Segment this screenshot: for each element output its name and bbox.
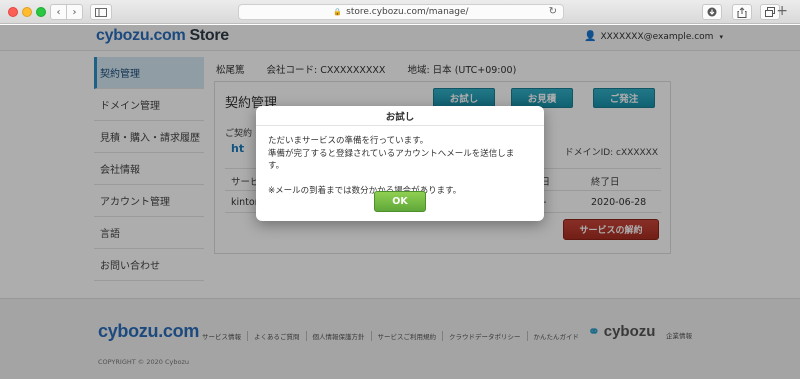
sidebar-icon	[95, 7, 107, 17]
download-icon	[707, 7, 717, 17]
browser-toolbar: ‹ › 🔒 store.cybozu.com/manage/ ↻ +	[0, 0, 800, 24]
ok-button-label: OK	[392, 196, 408, 207]
share-icon	[737, 6, 747, 18]
address-bar[interactable]: 🔒 store.cybozu.com/manage/ ↻	[238, 4, 564, 20]
share-button[interactable]	[732, 4, 752, 20]
lock-icon: 🔒	[333, 8, 343, 16]
ok-button[interactable]: OK	[374, 191, 426, 212]
new-tab-button[interactable]: +	[776, 3, 788, 19]
downloads-button[interactable]	[702, 4, 722, 20]
dialog-message-line: ただいまサービスの準備を行っています。	[268, 136, 429, 146]
dialog-title: お試し	[256, 106, 544, 126]
close-window-button[interactable]	[8, 7, 18, 17]
url-text: store.cybozu.com/manage/	[346, 7, 469, 17]
dialog-body: ただいまサービスの準備を行っています。 準備が完了すると登録されているアカウント…	[256, 126, 544, 198]
minimize-window-button[interactable]	[22, 7, 32, 17]
sidebar-toggle-button[interactable]	[90, 4, 112, 20]
chevron-left-icon: ‹	[56, 6, 61, 18]
reload-icon[interactable]: ↻	[549, 6, 557, 17]
trial-dialog: お試し ただいまサービスの準備を行っています。 準備が完了すると登録されているア…	[256, 106, 544, 221]
dialog-spacer	[268, 173, 530, 186]
dialog-message-line: 準備が完了すると登録されているアカウントへメールを送信します。	[268, 148, 515, 172]
forward-button[interactable]: ›	[66, 4, 83, 20]
zoom-window-button[interactable]	[36, 7, 46, 17]
chevron-right-icon: ›	[72, 6, 77, 18]
back-button[interactable]: ‹	[50, 4, 67, 20]
tabs-icon	[765, 7, 775, 17]
